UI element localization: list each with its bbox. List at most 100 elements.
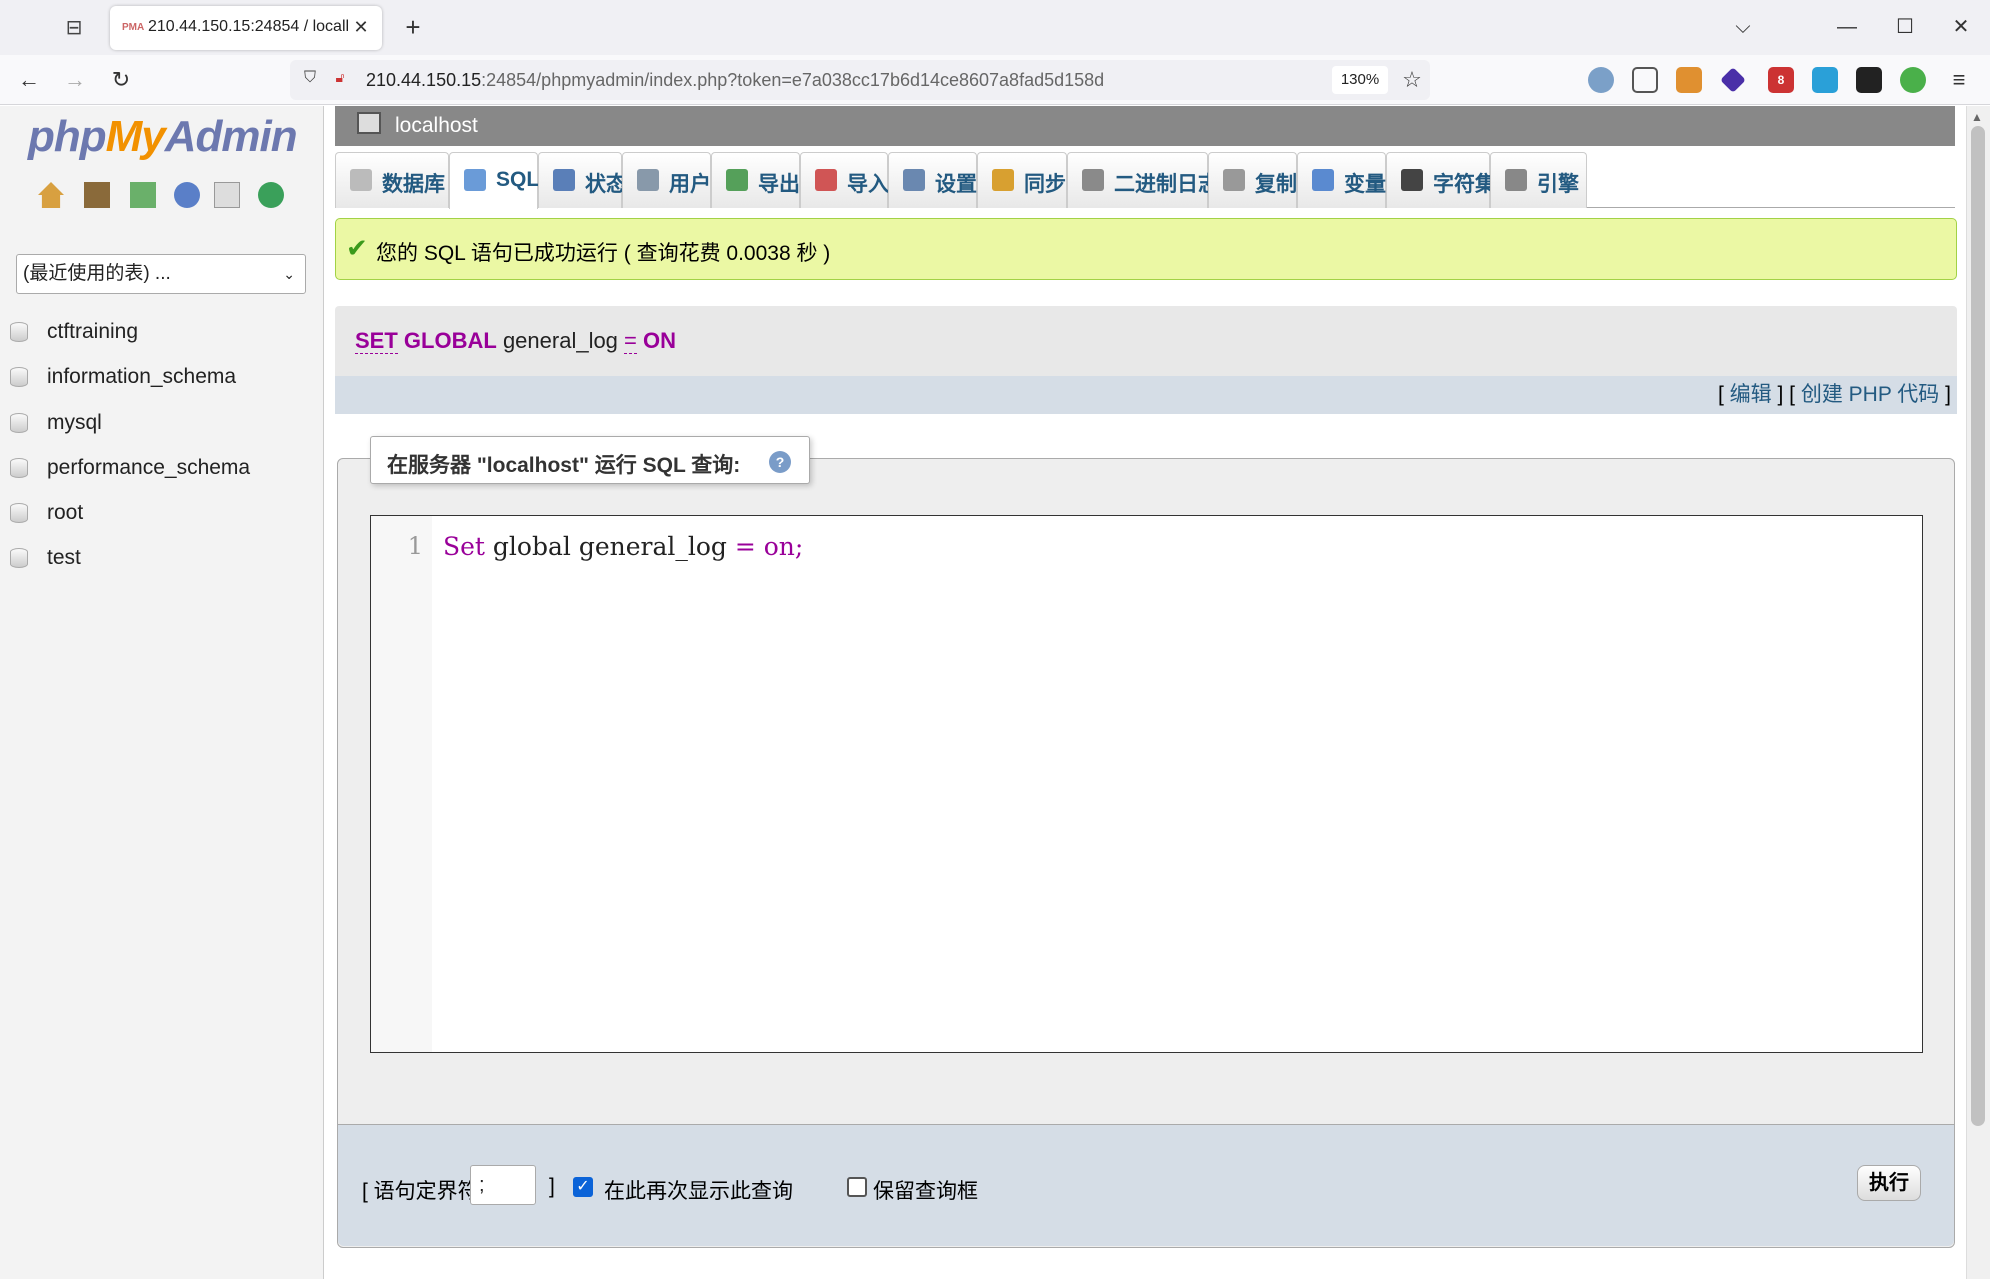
delimiter-input[interactable]: ; [470,1165,536,1205]
server-icon [357,112,381,134]
database-icon [10,548,28,568]
editor-code-line[interactable]: Set global general_log = on; [443,532,803,561]
extension-fox-icon[interactable] [1676,67,1702,93]
app-menu-icon[interactable]: ≡ [1944,65,1974,95]
database-item[interactable]: performance_schema [0,448,324,488]
query-window-icon[interactable] [130,182,156,208]
back-icon[interactable]: ← [14,65,44,95]
success-message: ✔ 您的 SQL 语句已成功运行 ( 查询花费 0.0038 秒 ) [335,218,1957,280]
url-text[interactable]: 210.44.150.15:24854/phpmyadmin/index.php… [366,70,1104,91]
sql-editor[interactable]: 1 Set global general_log = on; [370,515,1923,1053]
reload-icon[interactable]: ↻ [106,65,136,95]
synchronize-icon [992,169,1014,191]
sql-options-bar: [ 语句定界符 ; ] ✓ 在此再次显示此查询 保留查询框 执行 [338,1124,1954,1246]
tab-sql[interactable]: SQL [449,152,540,209]
extension-badge-icon[interactable]: 8 [1768,67,1794,93]
scrollbar-thumb[interactable] [1971,126,1985,1126]
extension-globe-icon[interactable] [1588,67,1614,93]
sql-value: ON [643,328,677,353]
retain-query-box-checkbox[interactable] [847,1177,867,1197]
tab-import[interactable]: 导入 [800,152,889,208]
extension-diamond-icon[interactable] [1720,67,1746,93]
phpmyadmin-logo[interactable]: phpMyAdmin [28,112,298,162]
users-icon [637,169,659,191]
list-all-tabs-icon[interactable]: ⌵ [1728,12,1758,42]
tab-label: 用户 [669,173,711,196]
tab-settings[interactable]: 设置 [888,152,977,208]
bookmark-star-icon[interactable]: ☆ [1398,66,1426,94]
zoom-level-button[interactable]: 130% [1332,66,1388,94]
browser-nav-bar: ← → ↻ ⛉ 🔓︎ 210.44.150.15:24854/phpmyadmi… [0,55,1990,105]
logout-icon[interactable] [84,182,110,208]
database-name[interactable]: root [47,501,83,525]
server-name-link[interactable]: localhost [395,114,478,138]
binary-log-icon [1082,169,1104,191]
pma-main-panel: localhost 数据库 SQL 状态 用户 导出 导入 设置 同步 二进制日志 复制 变量 字符集… [325,106,1965,1279]
help-icon[interactable]: ? [769,451,791,473]
documentation-icon[interactable] [174,182,200,208]
tab-label: 数据库 [382,173,445,196]
extension-mask-icon[interactable] [1856,67,1882,93]
database-item[interactable]: ctftraining [0,312,324,352]
database-item[interactable]: information_schema [0,357,324,397]
engines-icon [1505,169,1527,191]
tab-charsets[interactable]: 字符集 [1386,152,1496,208]
database-icon [10,413,28,433]
forward-icon[interactable]: → [60,65,90,95]
status-icon [553,169,575,191]
database-name[interactable]: test [47,546,81,570]
server-breadcrumb: localhost [335,106,1955,146]
maximize-icon[interactable]: ☐ [1890,12,1920,42]
extension-alert-icon[interactable] [1812,67,1838,93]
show-query-again-checkbox[interactable]: ✓ [573,1177,593,1197]
database-name[interactable]: information_schema [47,365,236,389]
new-tab-icon[interactable]: + [398,12,428,42]
import-icon [815,169,837,191]
database-item[interactable]: mysql [0,403,324,443]
tab-users[interactable]: 用户 [622,152,711,208]
window-close-icon[interactable]: ✕ [1946,12,1976,42]
show-query-again-label[interactable]: 在此再次显示此查询 [604,1175,793,1205]
browser-tab-bar: ⊟ PMA 210.44.150.15:24854 / localhost ✕ … [0,0,1990,55]
tab-replication[interactable]: 复制 [1208,152,1297,208]
browser-tab-active[interactable]: PMA 210.44.150.15:24854 / localhost ✕ [110,6,382,50]
reload-navigation-icon[interactable] [258,182,284,208]
scroll-up-icon[interactable]: ▲ [1971,110,1983,124]
execute-button[interactable]: 执行 [1857,1165,1921,1201]
database-name[interactable]: mysql [47,411,102,435]
insecure-lock-icon[interactable]: 🔓︎ [330,69,350,91]
tab-engines[interactable]: 引擎 [1490,152,1587,208]
recent-tables-select[interactable]: (最近使用的表) ... ⌄ [16,254,306,294]
tab-databases[interactable]: 数据库 [335,152,449,208]
pma-navigation-panel: phpMyAdmin (最近使用的表) ... ⌄ ctftraining inf… [0,106,324,1279]
edit-query-link[interactable]: 编辑 [1730,383,1772,406]
database-item[interactable]: test [0,538,324,578]
database-name[interactable]: ctftraining [47,320,138,344]
tab-variables[interactable]: 变量 [1297,152,1386,208]
sql-query-legend: 在服务器 "localhost" 运行 SQL 查询: ? [370,436,810,484]
tab-synchronize[interactable]: 同步 [977,152,1067,208]
page-scrollbar[interactable]: ▲ [1966,106,1990,1279]
tracking-shield-icon[interactable]: ⛉ [300,69,320,91]
tab-label: SQL [496,168,540,191]
sql-docs-icon[interactable] [214,182,240,208]
sql-keyword[interactable]: SET [355,328,398,354]
tab-list-icon[interactable]: ⊟ [60,14,88,42]
tab-export[interactable]: 导出 [711,152,800,208]
database-icon [10,458,28,478]
extension-green-icon[interactable] [1900,67,1926,93]
address-bar[interactable]: ⛉ 🔓︎ 210.44.150.15:24854/phpmyadmin/inde… [290,60,1430,100]
extensions-puzzle-icon[interactable] [1632,67,1658,93]
tab-status[interactable]: 状态 [538,152,627,208]
minimize-icon[interactable]: — [1832,12,1862,42]
tab-label: 字符集 [1433,173,1496,196]
retain-query-box-label[interactable]: 保留查询框 [873,1175,978,1205]
create-php-code-link[interactable]: 创建 PHP 代码 [1801,383,1939,406]
bracket: [ [1717,383,1724,406]
tab-close-icon[interactable]: ✕ [350,16,372,38]
home-icon[interactable] [38,182,64,208]
tab-label: 设置 [935,173,977,196]
database-item[interactable]: root [0,493,324,533]
database-name[interactable]: performance_schema [47,456,250,480]
tab-binary-log[interactable]: 二进制日志 [1067,152,1219,208]
